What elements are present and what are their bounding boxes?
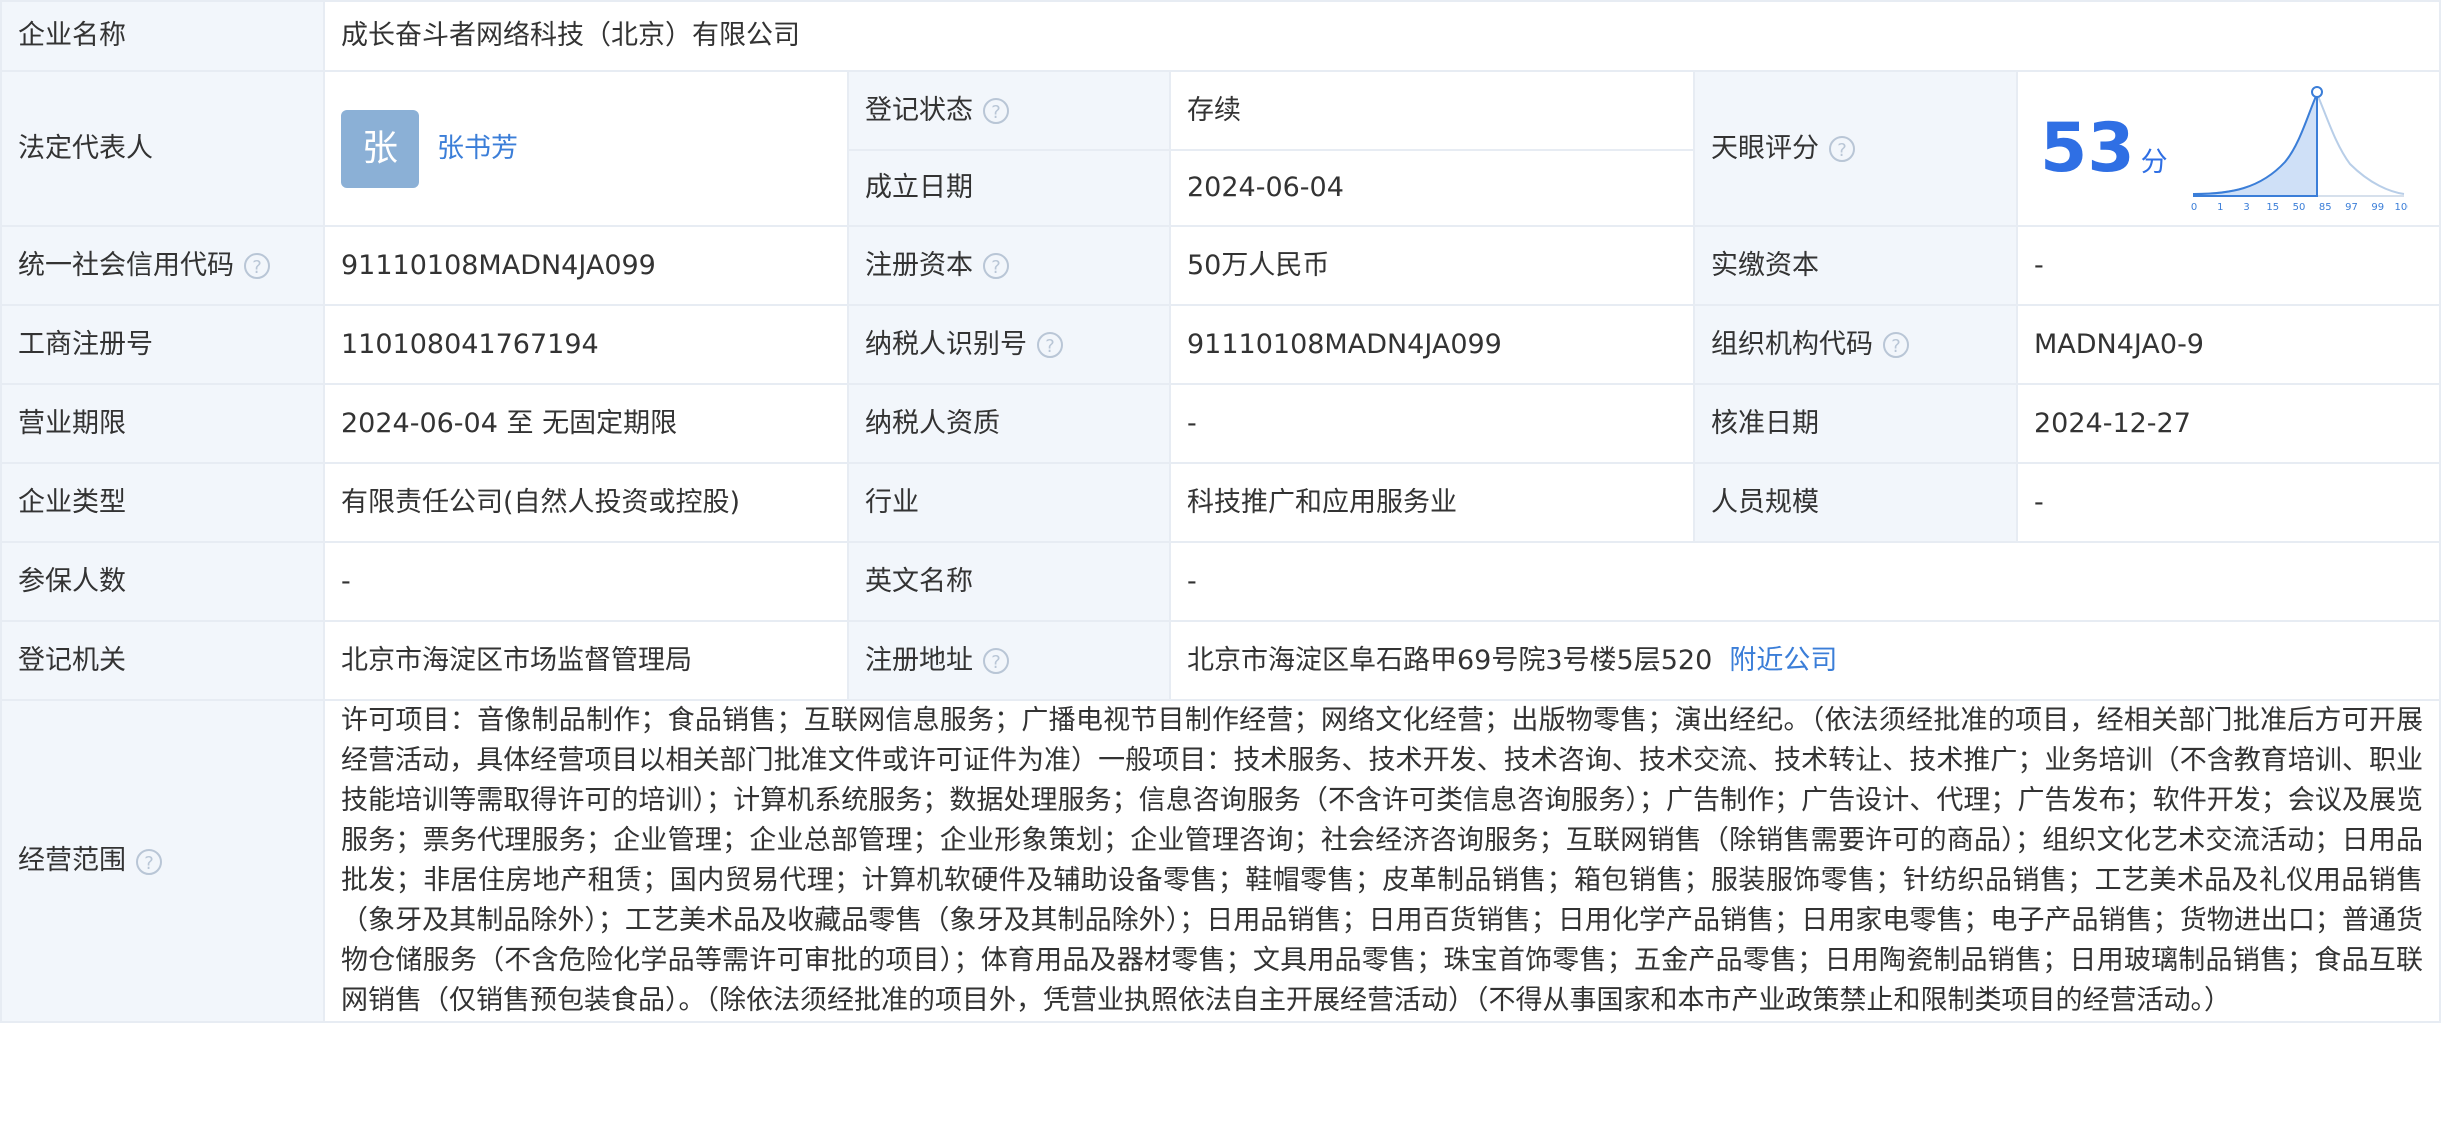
- reg-status-label: 登记状态: [865, 94, 973, 126]
- industry-value: 科技推广和应用服务业: [1169, 462, 1695, 543]
- paid-capital-label: 实缴资本: [1693, 225, 2018, 306]
- score-number: 53: [2040, 108, 2135, 188]
- help-circle-icon[interactable]: ?: [136, 848, 162, 875]
- credit-code-label: 统一社会信用代码: [18, 249, 234, 281]
- help-circle-icon[interactable]: ?: [1829, 136, 1855, 162]
- reg-authority-value: 北京市海淀区市场监督管理局: [323, 620, 849, 701]
- help-circle-icon[interactable]: ?: [1883, 332, 1909, 358]
- help-circle-icon[interactable]: ?: [983, 648, 1009, 674]
- tick-label: 50: [2292, 202, 2305, 213]
- biz-reg-no-value: 110108041767194: [323, 304, 849, 385]
- business-scope-label-cell: 经营范围?: [0, 699, 325, 1023]
- score-value-block: 53 分: [2040, 113, 2168, 184]
- help-circle-icon[interactable]: ?: [1037, 332, 1063, 358]
- reg-capital-label: 注册资本: [865, 249, 973, 281]
- taxpayer-id-label-cell: 纳税人识别号?: [847, 304, 1171, 385]
- approval-date-value: 2024-12-27: [2015, 383, 2442, 464]
- tick-labels: 0 1 3 15 50 85 97 99 100: [2190, 202, 2407, 213]
- credit-code-label-cell: 统一社会信用代码?: [0, 225, 325, 306]
- company-name-value: 成长奋斗者网络科技（北京）有限公司: [322, 0, 2442, 72]
- staff-size-label: 人员规模: [1693, 462, 2018, 543]
- org-code-label-cell: 组织机构代码?: [1693, 304, 2018, 385]
- taxpayer-id-label: 纳税人识别号: [865, 328, 1027, 360]
- org-code-value: MADN4JA0-9: [2015, 304, 2442, 385]
- score-marker-dot: [2310, 85, 2323, 98]
- distribution-fill: [2192, 93, 2318, 197]
- tick-label: 99: [2371, 202, 2384, 213]
- reg-authority-label: 登记机关: [0, 620, 325, 701]
- industry-label: 行业: [847, 462, 1171, 543]
- tianyan-score-label-cell: 天眼评分?: [1693, 70, 2018, 227]
- paid-capital-value: -: [2015, 225, 2442, 306]
- reg-status-label-cell: 登记状态?: [847, 70, 1171, 151]
- legal-rep-cell: 张 张书芳: [323, 70, 849, 227]
- help-circle-icon[interactable]: ?: [983, 253, 1009, 279]
- company-type-label: 企业类型: [0, 462, 325, 543]
- company-info-table: 企业名称 成长奋斗者网络科技（北京）有限公司 法定代表人 张 张书芳 登记状态?…: [0, 0, 2442, 1023]
- insured-count-label: 参保人数: [0, 541, 325, 622]
- legal-rep-avatar[interactable]: 张: [341, 109, 419, 188]
- business-scope-label: 经营范围: [18, 845, 126, 876]
- reg-status-value: 存续: [1169, 70, 1695, 151]
- approval-date-label: 核准日期: [1693, 383, 2018, 464]
- tianyan-score-label: 天眼评分: [1711, 132, 1819, 164]
- taxpayer-qual-value: -: [1169, 383, 1695, 464]
- score-unit: 分: [2140, 146, 2168, 178]
- tick-label: 1: [2217, 202, 2223, 213]
- legal-rep-label: 法定代表人: [0, 70, 325, 227]
- taxpayer-qual-label: 纳税人资质: [847, 383, 1171, 464]
- reg-address-value: 北京市海淀区阜石路甲69号院3号楼5层520: [1187, 644, 1713, 676]
- nearby-companies-link[interactable]: 附近公司: [1729, 645, 1837, 676]
- english-name-label: 英文名称: [847, 541, 1171, 622]
- reg-address-label: 注册地址: [865, 644, 973, 676]
- found-date-label: 成立日期: [847, 149, 1171, 227]
- help-circle-icon[interactable]: ?: [244, 253, 270, 279]
- help-circle-icon[interactable]: ?: [983, 98, 1009, 124]
- found-date-value: 2024-06-04: [1169, 149, 1695, 227]
- staff-size-value: -: [2015, 462, 2442, 543]
- biz-reg-no-label: 工商注册号: [0, 304, 325, 385]
- credit-code-value: 91110108MADN4JA099: [323, 225, 849, 306]
- reg-capital-value: 50万人民币: [1169, 225, 1695, 306]
- org-code-label: 组织机构代码: [1711, 328, 1873, 360]
- business-scope-value: 许可项目：音像制品制作；食品销售；互联网信息服务；广播电视节目制作经营；网络文化…: [322, 699, 2442, 1023]
- score-distribution-chart: 0 1 3 15 50 85 97 99 100: [2190, 85, 2408, 213]
- tianyan-score-cell[interactable]: 53分 0 1 3 15 50 85 97 99 100: [2015, 70, 2442, 227]
- legal-rep-link[interactable]: 张书芳: [437, 129, 518, 169]
- reg-address-label-cell: 注册地址?: [847, 620, 1171, 701]
- term-value: 2024-06-04 至 无固定期限: [323, 383, 849, 464]
- company-name-label: 企业名称: [0, 0, 325, 72]
- reg-capital-label-cell: 注册资本?: [847, 225, 1171, 306]
- insured-count-value: -: [323, 541, 849, 622]
- tick-label: 0: [2190, 202, 2196, 213]
- taxpayer-id-value: 91110108MADN4JA099: [1169, 304, 1695, 385]
- tick-label: 100: [2394, 202, 2408, 213]
- term-label: 营业期限: [0, 383, 325, 464]
- tick-label: 3: [2243, 202, 2249, 213]
- reg-address-cell: 北京市海淀区阜石路甲69号院3号楼5层520 附近公司: [1168, 620, 2442, 701]
- tick-label: 15: [2266, 202, 2279, 213]
- english-name-value: -: [1168, 541, 2442, 622]
- tick-label: 97: [2345, 202, 2358, 213]
- tick-label: 85: [2319, 202, 2332, 213]
- company-type-value: 有限责任公司(自然人投资或控股): [323, 462, 849, 543]
